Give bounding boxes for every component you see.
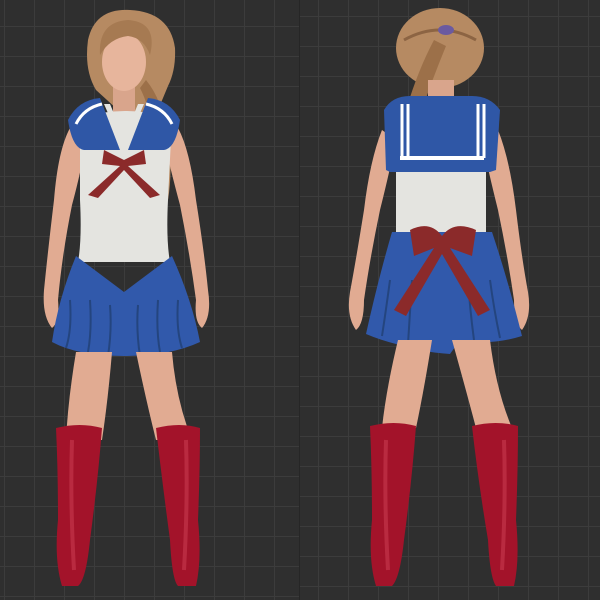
front-left-boot [56, 425, 102, 586]
back-right-boot [472, 423, 518, 586]
back-hair-tie [438, 25, 454, 35]
render-canvas [0, 0, 600, 600]
back-figure [348, 8, 530, 586]
back-left-boot [370, 423, 416, 586]
front-figure [43, 9, 210, 586]
back-view-viewport [300, 0, 600, 600]
back-right-leg [452, 340, 512, 428]
front-view-viewport [0, 0, 300, 600]
front-right-boot [156, 425, 200, 586]
back-collar-stripe [400, 156, 484, 160]
back-left-leg [382, 340, 432, 428]
